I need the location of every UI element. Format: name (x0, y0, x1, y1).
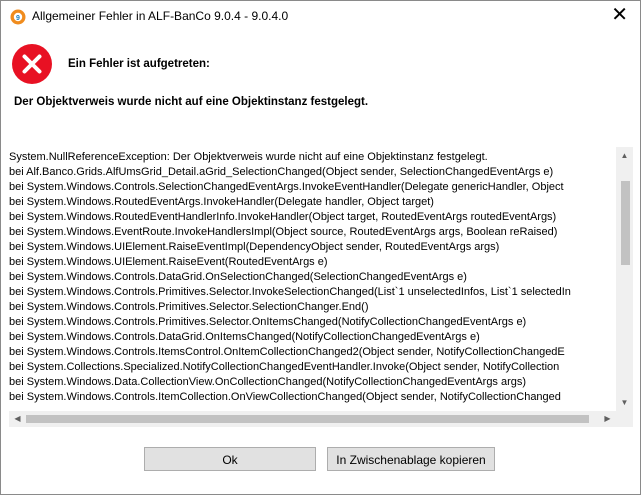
app-icon: 9 (10, 9, 26, 25)
window-title: Allgemeiner Fehler in ALF-BanCo 9.0.4 - … (32, 9, 289, 23)
vertical-scrollbar[interactable]: ▲ ▼ (616, 147, 633, 411)
trace-line: bei System.Windows.Controls.Primitives.S… (9, 286, 571, 298)
trace-line: bei System.Windows.Data.CollectionView.O… (9, 376, 527, 388)
trace-line: bei System.Windows.Controls.SelectionCha… (9, 181, 564, 193)
scroll-down-icon[interactable]: ▼ (616, 394, 633, 411)
trace-line: bei System.Windows.UIElement.RaiseEventI… (9, 241, 500, 253)
error-heading: Ein Fehler ist aufgetreten: (68, 58, 210, 70)
trace-line: bei System.Windows.RoutedEventArgs.Invok… (9, 196, 434, 208)
trace-line: bei System.Windows.RoutedEventHandlerInf… (9, 211, 557, 223)
trace-line: bei System.Collections.Specialized.Notif… (9, 361, 560, 373)
scroll-up-icon[interactable]: ▲ (616, 147, 633, 164)
close-icon[interactable]: ✕ (611, 4, 628, 26)
ok-button[interactable]: Ok (144, 447, 316, 471)
title-bar[interactable]: 9 Allgemeiner Fehler in ALF-BanCo 9.0.4 … (1, 1, 640, 32)
copy-to-clipboard-button[interactable]: In Zwischenablage kopieren (327, 447, 495, 471)
vertical-scroll-thumb[interactable] (621, 181, 630, 265)
trace-line: bei System.Windows.EventRoute.InvokeHand… (9, 226, 558, 238)
trace-line: bei System.Windows.Controls.ItemCollecti… (9, 391, 561, 403)
error-icon (12, 44, 52, 84)
trace-line: bei System.Windows.Controls.DataGrid.OnI… (9, 331, 480, 343)
trace-line: bei System.Windows.Controls.Primitives.S… (9, 316, 527, 328)
trace-line: bei System.Windows.Controls.ItemsControl… (9, 346, 565, 358)
scroll-right-icon[interactable]: ▶ (599, 411, 616, 427)
error-dialog: 9 Allgemeiner Fehler in ALF-BanCo 9.0.4 … (0, 0, 641, 495)
trace-line: bei System.Windows.Controls.Primitives.S… (9, 301, 369, 313)
error-message: Der Objektverweis wurde nicht auf eine O… (14, 96, 369, 108)
stack-trace-box[interactable]: System.NullReferenceException: Der Objek… (9, 147, 633, 427)
scrollbar-corner (616, 411, 633, 427)
horizontal-scrollbar[interactable]: ◀ ▶ (9, 411, 616, 427)
trace-line: System.NullReferenceException: Der Objek… (9, 151, 488, 163)
stack-trace-text[interactable]: System.NullReferenceException: Der Objek… (9, 147, 616, 411)
horizontal-scroll-thumb[interactable] (26, 415, 589, 423)
trace-line: bei System.Windows.Controls.DataGrid.OnS… (9, 271, 467, 283)
svg-text:9: 9 (16, 15, 20, 22)
scroll-left-icon[interactable]: ◀ (9, 411, 26, 427)
trace-line: bei Alf.Banco.Grids.AlfUmsGrid_Detail.aG… (9, 166, 554, 178)
trace-line: bei System.Windows.UIElement.RaiseEvent(… (9, 256, 328, 268)
